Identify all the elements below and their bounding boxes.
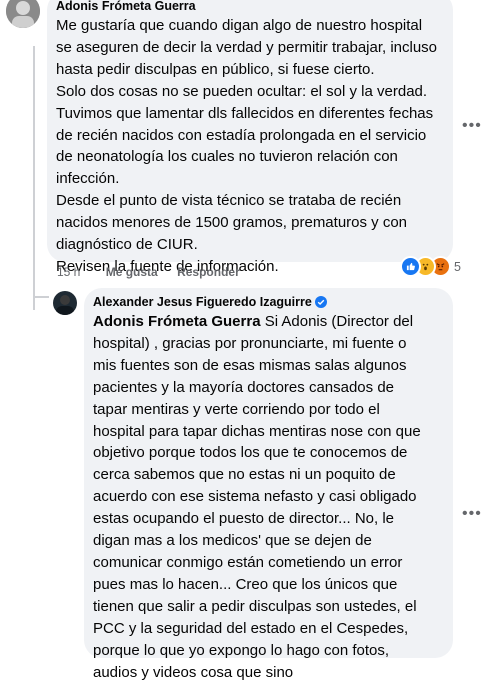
comment-paragraph: Me gustaría que cuando digan algo de nue… (56, 17, 438, 78)
comment-paragraph: Solo dos cosas no se pueden ocultar: el … (56, 82, 428, 100)
more-options-icon[interactable]: ••• (462, 505, 482, 523)
user-photo-icon (6, 0, 40, 28)
more-options-icon[interactable]: ••• (462, 117, 482, 135)
reply-text: Adonis Frómeta Guerra Si Adonis (Directo… (93, 311, 424, 683)
reply-body: Si Adonis (Director del hospital) , grac… (93, 313, 421, 681)
comment-paragraph: Tuvimos que lamentar dls fallecidos en d… (56, 104, 434, 188)
verified-badge-icon (314, 296, 327, 308)
comment-author[interactable]: Adonis Frómeta Guerra (56, 0, 196, 13)
like-icon (400, 256, 421, 277)
timestamp[interactable]: 15 h (57, 265, 80, 279)
thread-branch (33, 296, 49, 298)
avatar[interactable] (6, 0, 40, 28)
comment-actions: 15 h Me gusta Responder (57, 265, 256, 279)
comment-paragraph: Desde el punto de vista técnico se trata… (56, 192, 408, 254)
comment-text: Me gustaría que cuando digan algo de nue… (56, 15, 442, 278)
reply-author[interactable]: Alexander Jesus Figueredo Izaguirre (93, 295, 312, 309)
reaction-count[interactable]: 5 (454, 260, 461, 274)
like-button[interactable]: Me gusta (106, 265, 158, 279)
thread-line (33, 46, 35, 310)
reply-button[interactable]: Responder (177, 265, 240, 279)
reply-bubble: Alexander Jesus Figueredo Izaguirre Adon… (84, 288, 453, 681)
mention-link[interactable]: Adonis Frómeta Guerra (93, 313, 261, 330)
reply-author-row: Alexander Jesus Figueredo Izaguirre (93, 295, 327, 309)
avatar[interactable] (53, 291, 77, 315)
reaction-summary[interactable]: 5 (400, 256, 461, 277)
user-photo-icon (53, 291, 77, 315)
comment-bubble: Adonis Frómeta Guerra Me gustaría que cu… (47, 0, 453, 275)
